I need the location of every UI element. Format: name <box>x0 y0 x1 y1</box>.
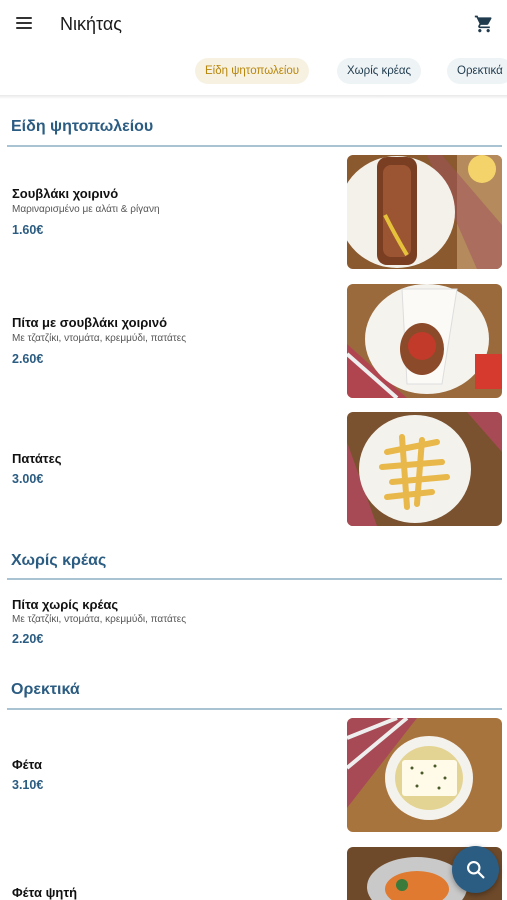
item-price: 2.20€ <box>12 632 44 646</box>
item-photo <box>347 155 502 269</box>
category-tabs: Είδη ψητοπωλείου Χωρίς κρέας Ορεκτικά <box>0 52 507 94</box>
item-price: 3.00€ <box>12 472 44 486</box>
item-name: Πίτα χωρίς κρέας <box>12 597 119 612</box>
item-name: Σουβλάκι χοιρινό <box>12 186 119 201</box>
cart-icon[interactable] <box>474 14 494 34</box>
item-description: Με τζατζίκι, ντομάτα, κρεμμύδι, πατάτες <box>12 333 187 344</box>
section-title: Ορεκτικά <box>11 681 80 698</box>
item-name: Φέτα <box>12 757 42 772</box>
item-name: Πίτα με σουβλάκι χοιρινό <box>12 315 168 330</box>
search-button[interactable] <box>452 846 499 893</box>
tab-orektika[interactable]: Ορεκτικά <box>447 58 507 84</box>
item-name: Πατάτες <box>12 451 62 466</box>
item-description: Με τζατζίκι, ντομάτα, κρεμμύδι, πατάτες <box>12 614 187 625</box>
app-bar: Νικήτας <box>0 0 507 48</box>
section-title: Χωρίς κρέας <box>11 552 107 569</box>
item-price: 2.60€ <box>12 352 44 366</box>
tab-xoris-kreas[interactable]: Χωρίς κρέας <box>337 58 422 84</box>
item-name: Φέτα ψητή <box>12 885 78 900</box>
search-icon <box>467 861 485 879</box>
item-photo <box>347 284 502 398</box>
item-price: 3.10€ <box>12 778 44 792</box>
section-title: Είδη ψητοπωλείου <box>11 118 154 135</box>
item-photo <box>347 718 502 832</box>
item-photo <box>347 412 502 526</box>
divider <box>0 95 507 99</box>
section-divider <box>7 708 502 710</box>
section-divider <box>7 145 502 147</box>
page-title: Νικήτας <box>60 14 122 34</box>
hamburger-icon[interactable] <box>16 17 32 29</box>
tab-psitopoleio[interactable]: Είδη ψητοπωλείου <box>195 58 310 84</box>
section-divider <box>7 578 502 580</box>
item-description: Μαριναρισμένο με αλάτι & ρίγανη <box>12 204 160 215</box>
item-price: 1.60€ <box>12 223 44 237</box>
